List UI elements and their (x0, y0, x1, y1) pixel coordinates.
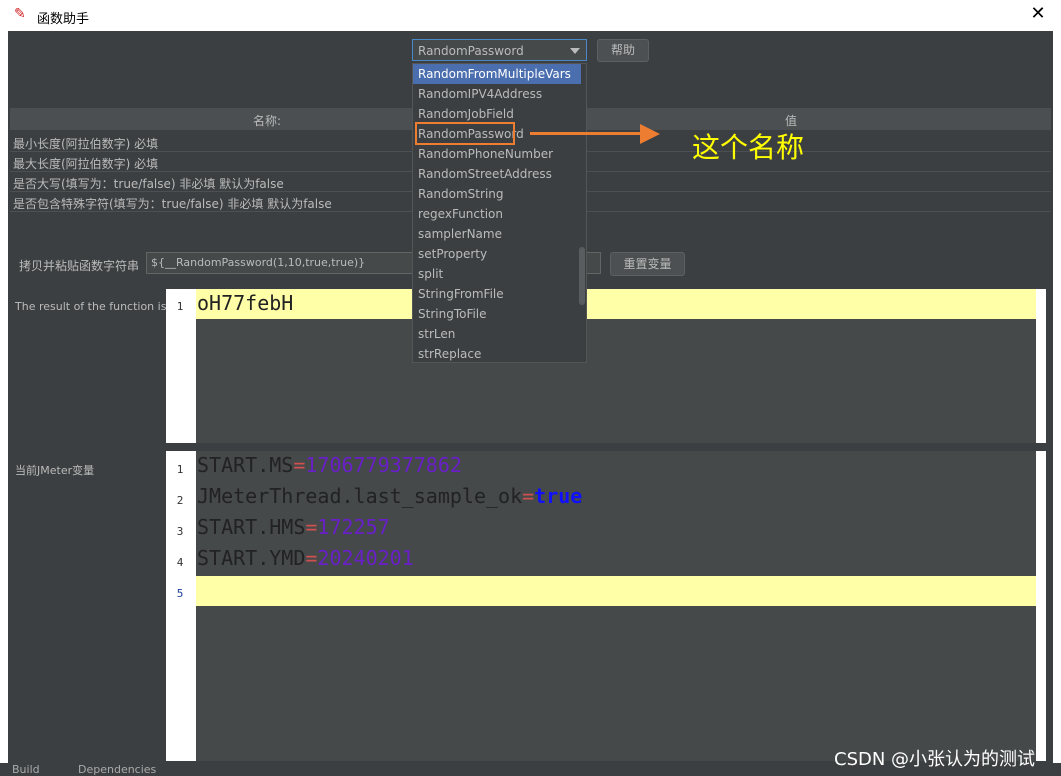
line-number: 1 (176, 300, 184, 313)
option-label: RandomString (418, 187, 504, 201)
option-label: StringFromFile (418, 287, 504, 301)
param-name: 最大长度(阿拉伯数字) 必填 (13, 157, 159, 171)
param-name: 是否包含特殊字符(填写为：true/false) 非必填 默认为false (13, 197, 332, 211)
option-label: RandomPhoneNumber (418, 147, 554, 161)
column-name-header: 名称: (253, 114, 282, 128)
line-number: 4 (176, 556, 184, 569)
window-frame-right (1053, 31, 1061, 776)
option-label: strReplace (418, 347, 482, 361)
window-titlebar: ✎ 函数助手 ✕ (0, 0, 1061, 31)
option-label: setProperty (418, 247, 488, 261)
annotation-text: 这个名称 (692, 131, 805, 164)
vars-scrollbar[interactable] (1036, 451, 1046, 761)
arrow-right-icon (640, 124, 660, 144)
function-select[interactable]: RandomPassword (412, 39, 587, 61)
dropdown-option[interactable]: split (413, 264, 581, 284)
dropdown-option[interactable]: setProperty (413, 244, 581, 264)
function-select-value: RandomPassword (418, 44, 524, 58)
var-value: 172257 (317, 515, 390, 539)
option-label: RandomStreetAddress (418, 167, 552, 181)
var-line: START.YMD=20240201 (197, 546, 414, 570)
option-label: strLen (418, 327, 456, 341)
param-name: 最小长度(阿拉伯数字) 必填 (13, 137, 159, 151)
reset-variables-button[interactable]: 重置变量 (610, 252, 685, 276)
dropdown-option[interactable]: StringToFile (413, 304, 581, 324)
copy-label: 拷贝并粘贴函数字符串 (19, 259, 140, 273)
current-line-highlight (196, 289, 1036, 319)
line-number: 2 (176, 494, 184, 507)
watermark: CSDN @小张认为的测试 (834, 749, 1036, 770)
dropdown-option[interactable]: RandomJobField (413, 104, 581, 124)
dropdown-option[interactable]: strReplace (413, 344, 581, 362)
param-name: 是否大写(填写为：true/false) 非必填 默认为false (13, 177, 284, 191)
current-line-highlight (196, 576, 1036, 606)
function-string-value: ${__RandomPassword(1,10,true,true)} (151, 256, 366, 269)
option-label: RandomFromMultipleVars (418, 67, 571, 81)
dropdown-option[interactable]: RandomString (413, 184, 581, 204)
dropdown-option[interactable]: RandomFromMultipleVars (413, 64, 581, 84)
dropdown-option[interactable]: RandomIPV4Address (413, 84, 581, 104)
option-label: RandomIPV4Address (418, 87, 543, 101)
result-value: oH77febH (197, 291, 294, 315)
line-number: 3 (176, 525, 184, 538)
var-eq: = (293, 453, 306, 477)
option-label: RandomJobField (418, 107, 514, 121)
dropdown-option[interactable]: RandomStreetAddress (413, 164, 581, 184)
var-key: JMeterThread.last_sample_ok (197, 484, 523, 508)
var-eq: = (305, 546, 318, 570)
var-value: 20240201 (317, 546, 414, 570)
var-eq: = (305, 515, 318, 539)
dropdown-option[interactable]: strLen (413, 324, 581, 344)
java-icon: ✎ (14, 6, 26, 22)
option-label: regexFunction (418, 207, 503, 221)
dropdown-option[interactable]: RandomPhoneNumber (413, 144, 581, 164)
help-button[interactable]: 帮助 (597, 39, 649, 62)
dropdown-option[interactable]: samplerName (413, 224, 581, 244)
dropdown-option[interactable]: regexFunction (413, 204, 581, 224)
var-key: START.MS (197, 453, 294, 477)
var-value: 1706779377862 (305, 453, 462, 477)
var-line: START.MS=1706779377862 (197, 453, 462, 477)
annotation-highlight-box (415, 122, 515, 145)
var-line: START.HMS=172257 (197, 515, 390, 539)
dropdown-option[interactable]: StringFromFile (413, 284, 581, 304)
option-label: StringToFile (418, 307, 487, 321)
window-title: 函数助手 (37, 12, 90, 27)
result-scrollbar[interactable] (1036, 289, 1046, 443)
result-label: The result of the function is (15, 300, 167, 313)
var-eq: = (522, 484, 535, 508)
option-label: split (418, 267, 444, 281)
close-icon[interactable]: ✕ (1028, 4, 1048, 24)
function-dropdown-list[interactable]: RandomFromMultipleVars RandomIPV4Address… (412, 63, 587, 363)
dependencies-tab[interactable]: Dependencies (78, 763, 156, 776)
var-key: START.HMS (197, 515, 306, 539)
line-number: 1 (176, 463, 184, 476)
var-key: START.YMD (197, 546, 306, 570)
option-label: samplerName (418, 227, 502, 241)
line-number: 5 (176, 587, 184, 600)
build-tab[interactable]: Build (12, 763, 40, 776)
annotation-arrow (530, 132, 642, 135)
var-line: JMeterThread.last_sample_ok=true (197, 484, 582, 508)
var-value: true (534, 484, 583, 508)
dropdown-scrollbar-thumb[interactable] (579, 247, 585, 305)
window-frame-left (0, 31, 8, 776)
vars-label: 当前JMeter变量 (15, 464, 95, 477)
chevron-down-icon (570, 48, 580, 54)
